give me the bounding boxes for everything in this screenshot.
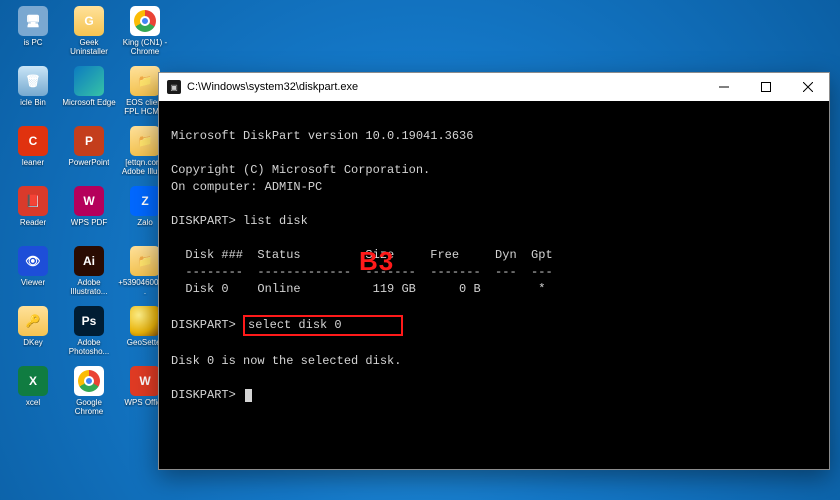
desktop-icon-label: WPS PDF (71, 218, 107, 227)
adobe-illustrator-icon: Ai (74, 246, 104, 276)
desktop-icon-grid: 🖥 is PC G Geek UninstallerKing (CN1) - Chro… (6, 6, 172, 426)
term-line: Disk 0 Online 119 GB 0 B * (171, 282, 545, 296)
desktop-icon-wps-pdf[interactable]: W WPS PDF (62, 186, 116, 246)
google-chrome-icon (74, 366, 104, 396)
desktop-icon-label: xcel (26, 398, 40, 407)
powerpoint-icon: P (74, 126, 104, 156)
desktop-icon-label: Adobe Illustrato... (62, 278, 116, 296)
desktop-icon-king-chrome[interactable]: King (CN1) - Chrome (118, 6, 172, 66)
wps-office-icon: W (130, 366, 160, 396)
desktop-icon-label: Viewer (21, 278, 45, 287)
term-prompt: DISKPART> (171, 388, 243, 402)
desktop-icon-ms-edge[interactable]: Microsoft Edge (62, 66, 116, 126)
adobe-illus-folder-icon: 📁 (130, 126, 160, 156)
viewer-icon: 👁 (18, 246, 48, 276)
ms-edge-icon (74, 66, 104, 96)
term-line: DISKPART> list disk (171, 214, 308, 228)
desktop-icon-label: is PC (23, 38, 42, 47)
this-pc-icon: 🖥 (18, 6, 48, 36)
desktop-icon-label: DKey (23, 338, 43, 347)
term-line: Disk 0 is now the selected disk. (171, 354, 401, 368)
terminal-cursor (245, 389, 252, 402)
phone-number-icon: 📁 (130, 246, 160, 276)
excel-icon: X (18, 366, 48, 396)
term-prompt: DISKPART> (171, 318, 243, 332)
desktop-icon-label: King (CN1) - Chrome (118, 38, 172, 56)
desktop-icon-google-chrome[interactable]: Google Chrome (62, 366, 116, 426)
window-controls (703, 73, 829, 101)
desktop-icon-adobe-illustrator[interactable]: Ai Adobe Illustrato... (62, 246, 116, 306)
maximize-button[interactable] (745, 73, 787, 101)
window-title: C:\Windows\system32\diskpart.exe (187, 81, 358, 93)
desktop-icon-viewer[interactable]: 👁 Viewer (6, 246, 60, 306)
dkey-icon: 🔑 (18, 306, 48, 336)
term-line: On computer: ADMIN-PC (171, 180, 322, 194)
ccleaner-icon: C (18, 126, 48, 156)
desktop-icon-label: leaner (22, 158, 44, 167)
eos-client-icon: 📁 (130, 66, 160, 96)
desktop-icon-dkey[interactable]: 🔑 DKey (6, 306, 60, 366)
terminal-icon: ▣ (167, 80, 181, 94)
term-line: Microsoft DiskPart version 10.0.19041.36… (171, 129, 473, 143)
desktop-icon-label: PowerPoint (69, 158, 110, 167)
desktop-icon-geek-uninstaller[interactable]: G Geek Uninstaller (62, 6, 116, 66)
term-line: Copyright (C) Microsoft Corporation. (171, 163, 430, 177)
desktop-icon-label: Microsoft Edge (62, 98, 115, 107)
desktop-icon-label: Adobe Photosho... (62, 338, 116, 356)
desktop-icon-excel[interactable]: Xxcel (6, 366, 60, 426)
highlighted-command: select disk 0 (243, 315, 403, 336)
zalo-icon: Z (130, 186, 160, 216)
king-chrome-icon (130, 6, 160, 36)
desktop-icon-label: icle Bin (20, 98, 46, 107)
desktop-icon-ccleaner[interactable]: Cleaner (6, 126, 60, 186)
desktop-icon-label: Reader (20, 218, 46, 227)
desktop-icon-label: Zalo (137, 218, 153, 227)
close-button[interactable] (787, 73, 829, 101)
desktop-icon-recycle-bin[interactable]: 🗑 icle Bin (6, 66, 60, 126)
geek-uninstaller-icon: G (74, 6, 104, 36)
titlebar-left: ▣ C:\Windows\system32\diskpart.exe (167, 80, 358, 94)
reader-icon: 📕 (18, 186, 48, 216)
terminal-output[interactable]: Microsoft DiskPart version 10.0.19041.36… (159, 101, 829, 469)
diskpart-window: ▣ C:\Windows\system32\diskpart.exe Micro… (158, 72, 830, 470)
desktop-icon-powerpoint[interactable]: P PowerPoint (62, 126, 116, 186)
desktop-icon-this-pc[interactable]: 🖥 is PC (6, 6, 60, 66)
desktop-icon-label: Geek Uninstaller (62, 38, 116, 56)
window-titlebar[interactable]: ▣ C:\Windows\system32\diskpart.exe (159, 73, 829, 101)
desktop-icon-reader[interactable]: 📕 Reader (6, 186, 60, 246)
desktop-icon-adobe-photoshop[interactable]: Ps Adobe Photosho... (62, 306, 116, 366)
wps-pdf-icon: W (74, 186, 104, 216)
minimize-button[interactable] (703, 73, 745, 101)
geosetter-icon (130, 306, 160, 336)
desktop: 🖥 is PC G Geek UninstallerKing (CN1) - Chro… (0, 0, 840, 500)
desktop-icon-label: Google Chrome (62, 398, 116, 416)
recycle-bin-icon: 🗑 (18, 66, 48, 96)
step-annotation: B3 (359, 253, 394, 270)
adobe-photoshop-icon: Ps (74, 306, 104, 336)
